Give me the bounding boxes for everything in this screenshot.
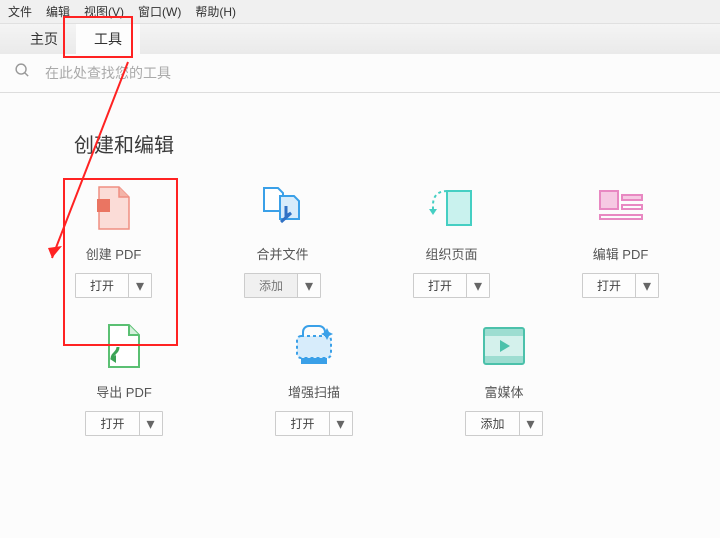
tools-section: 创建和编辑 创建 PDF 打开 ▾ 合并文件 添加 ▾: [0, 93, 720, 436]
menu-help[interactable]: 帮助(H): [195, 3, 236, 20]
chevron-down-icon[interactable]: ▾: [520, 412, 542, 435]
chevron-down-icon[interactable]: ▾: [298, 274, 320, 297]
search-input[interactable]: [45, 65, 265, 81]
chevron-down-icon[interactable]: ▾: [636, 274, 658, 297]
create-pdf-button[interactable]: 打开 ▾: [75, 273, 152, 298]
split-main[interactable]: 打开: [276, 412, 329, 435]
chevron-down-icon[interactable]: ▾: [140, 412, 162, 435]
tool-label: 富媒体: [484, 382, 523, 401]
tool-export-pdf[interactable]: 导出 PDF 打开 ▾: [74, 322, 174, 436]
search-bar: [0, 54, 720, 93]
tool-label: 增强扫描: [288, 382, 340, 401]
split-main[interactable]: 添加: [245, 274, 298, 297]
organize-icon: [428, 184, 476, 232]
rich-media-icon: [480, 322, 528, 370]
chevron-down-icon[interactable]: ▾: [330, 412, 352, 435]
menu-edit[interactable]: 编辑: [46, 3, 70, 20]
combine-button[interactable]: 添加 ▾: [244, 273, 321, 298]
tool-label: 导出 PDF: [96, 382, 152, 401]
tab-home[interactable]: 主页: [12, 24, 76, 54]
tab-bar: 主页 工具: [0, 24, 720, 54]
edit-pdf-button[interactable]: 打开 ▾: [582, 273, 659, 298]
tool-label: 合并文件: [256, 244, 308, 263]
split-main[interactable]: 打开: [414, 274, 467, 297]
edit-pdf-icon: [597, 184, 645, 232]
enhance-scan-button[interactable]: 打开 ▾: [275, 411, 352, 436]
tool-enhance-scan[interactable]: 增强扫描 打开 ▾: [264, 322, 364, 436]
tool-combine[interactable]: 合并文件 添加 ▾: [243, 184, 322, 298]
tab-tools[interactable]: 工具: [76, 24, 140, 54]
section-title: 创建和编辑: [74, 129, 660, 158]
split-main[interactable]: 打开: [86, 412, 139, 435]
tool-label: 组织页面: [425, 244, 477, 263]
menu-file[interactable]: 文件: [8, 3, 32, 20]
tool-label: 编辑 PDF: [593, 244, 649, 263]
split-main[interactable]: 打开: [76, 274, 129, 297]
tool-row-2: 导出 PDF 打开 ▾ 增强扫描 打开 ▾ 富媒体 添加 ▾: [74, 322, 660, 436]
menu-bar: 文件 编辑 视图(V) 窗口(W) 帮助(H): [0, 0, 720, 24]
enhance-scan-icon: [290, 322, 338, 370]
menu-window[interactable]: 窗口(W): [138, 3, 181, 20]
rich-media-button[interactable]: 添加 ▾: [465, 411, 542, 436]
tool-organize[interactable]: 组织页面 打开 ▾: [412, 184, 491, 298]
split-main[interactable]: 打开: [583, 274, 636, 297]
tool-label: 创建 PDF: [86, 244, 142, 263]
menu-view[interactable]: 视图(V): [84, 3, 124, 20]
split-main[interactable]: 添加: [466, 412, 519, 435]
tool-edit-pdf[interactable]: 编辑 PDF 打开 ▾: [581, 184, 660, 298]
tool-row-1: 创建 PDF 打开 ▾ 合并文件 添加 ▾ 组织页面 打开 ▾: [74, 184, 660, 298]
organize-button[interactable]: 打开 ▾: [413, 273, 490, 298]
tool-create-pdf[interactable]: 创建 PDF 打开 ▾: [74, 184, 153, 298]
create-pdf-icon: [90, 184, 138, 232]
search-icon: [14, 62, 31, 84]
chevron-down-icon[interactable]: ▾: [467, 274, 489, 297]
export-pdf-icon: [100, 322, 148, 370]
export-pdf-button[interactable]: 打开 ▾: [85, 411, 162, 436]
chevron-down-icon[interactable]: ▾: [129, 274, 151, 297]
tool-rich-media[interactable]: 富媒体 添加 ▾: [454, 322, 554, 436]
combine-icon: [259, 184, 307, 232]
